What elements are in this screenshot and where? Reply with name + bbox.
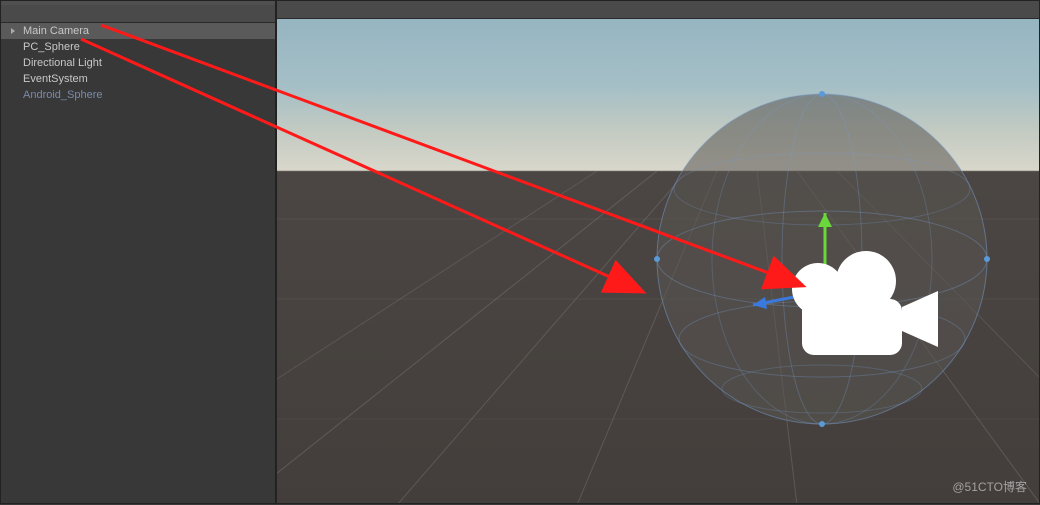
hierarchy-item-label: Main Camera (23, 25, 89, 37)
hierarchy-item-eventsystem[interactable]: EventSystem (1, 71, 275, 87)
hierarchy-item-directional-light[interactable]: Directional Light (1, 55, 275, 71)
hierarchy-item-main-camera[interactable]: Main Camera (1, 23, 275, 39)
scene-panel (277, 1, 1039, 503)
hierarchy-toolbar[interactable] (1, 5, 275, 23)
hierarchy-panel: Main Camera PC_Sphere Directional Light … (1, 1, 277, 503)
watermark: @51CTO博客 (952, 478, 1027, 495)
scene-viewport[interactable] (277, 19, 1039, 503)
scene-ground (277, 171, 1039, 503)
scene-toolbar[interactable] (277, 1, 1039, 19)
hierarchy-item-android-sphere[interactable]: Android_Sphere (1, 87, 275, 103)
hierarchy-item-label: PC_Sphere (23, 41, 80, 53)
hierarchy-item-pc-sphere[interactable]: PC_Sphere (1, 39, 275, 55)
hierarchy-list[interactable]: Main Camera PC_Sphere Directional Light … (1, 23, 275, 503)
hierarchy-item-label: Directional Light (23, 57, 102, 69)
hierarchy-item-label: Android_Sphere (23, 89, 103, 101)
scene-sky (277, 19, 1039, 171)
hierarchy-item-label: EventSystem (23, 73, 88, 85)
editor-window: Main Camera PC_Sphere Directional Light … (0, 0, 1040, 504)
